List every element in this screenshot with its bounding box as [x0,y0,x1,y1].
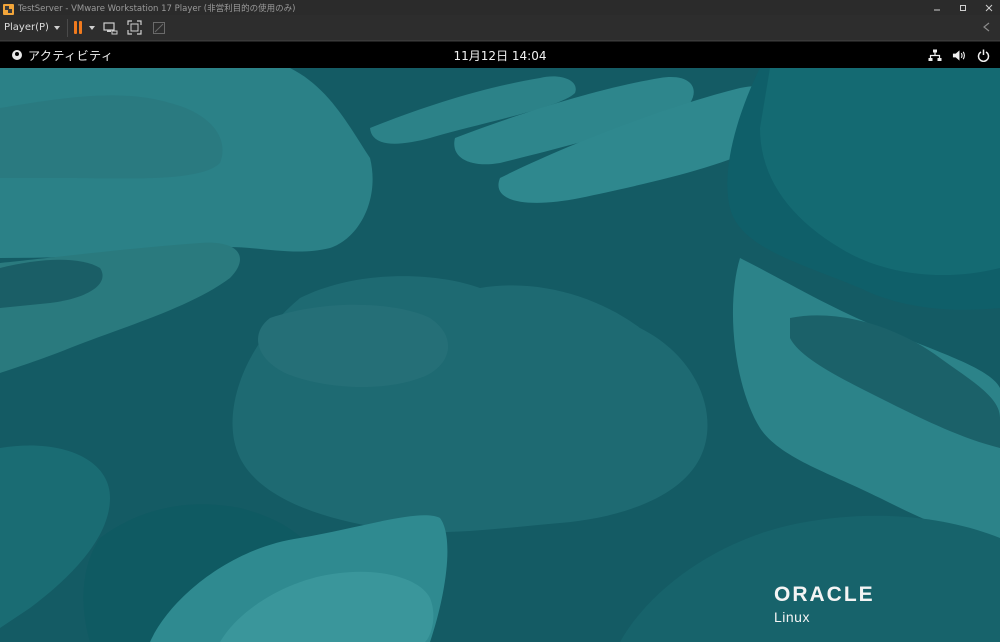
unity-icon[interactable] [151,20,167,36]
maximize-icon[interactable] [958,3,968,13]
power-icon[interactable] [976,48,990,62]
oracle-brand-text: ORACLE [774,583,875,606]
volume-icon[interactable] [952,48,966,62]
fullscreen-icon[interactable] [127,20,143,36]
window-title: TestServer - VMware Workstation 17 Playe… [18,3,296,14]
pause-icon [73,21,77,34]
pause-icon-bar [78,21,82,34]
chevron-down-icon [53,25,60,30]
window-title-bar[interactable]: TestServer - VMware Workstation 17 Playe… [0,0,1000,15]
vmware-player-icon [2,1,15,15]
activities-icon [12,50,22,60]
oracle-product-text: Linux [774,609,810,625]
pause-button[interactable] [73,21,95,34]
activities-label: アクティビティ [28,48,114,63]
network-icon[interactable] [928,48,942,62]
player-menu-label: Player(P) [4,22,49,33]
toolbar-divider [66,18,68,37]
activities-button[interactable]: アクティビティ [12,47,113,64]
wallpaper-art [0,68,1000,642]
minimize-icon[interactable] [932,3,942,13]
desktop-background: ORACLE Linux [0,68,1000,642]
close-icon[interactable] [984,3,994,13]
oracle-linux-logo: ORACLE Linux [774,583,875,625]
send-ctrl-alt-del-icon[interactable] [103,20,119,36]
vmware-toolbar: Player(P) [0,15,1000,41]
pause-dropdown-icon[interactable] [88,25,95,30]
system-tray[interactable] [928,42,990,68]
clock: 11月12日 14:04 [0,47,1000,64]
collapse-toolbar-icon[interactable] [980,20,994,34]
player-menu-button[interactable]: Player(P) [4,22,60,33]
clock-button[interactable]: 11月12日 14:04 [454,49,547,63]
guest-top-bar: アクティビティ 11月12日 14:04 [0,42,1000,68]
